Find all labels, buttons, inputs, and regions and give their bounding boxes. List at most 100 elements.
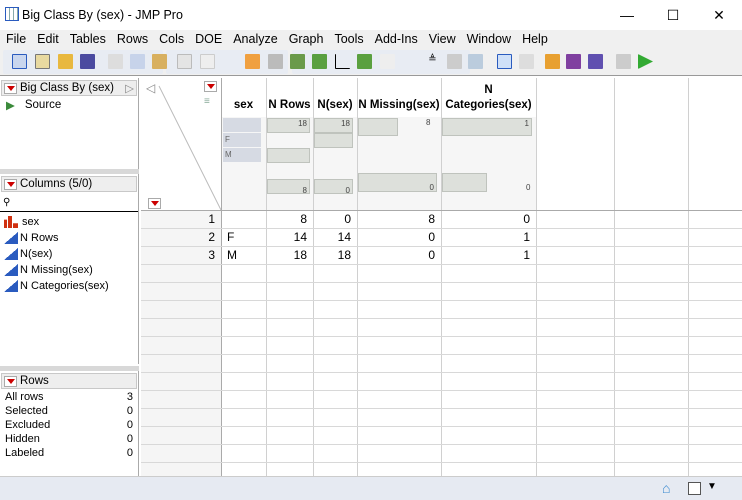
menu-tools[interactable]: Tools [328,30,368,46]
row-divider [141,462,742,463]
data-grid-icon[interactable] [245,54,260,69]
column-header-n-categories[interactable]: N Categories(sex) [441,78,536,118]
column-item-n-rows[interactable]: N Rows [0,230,138,246]
maximize-button[interactable]: ☐ [650,0,696,30]
new-table-icon[interactable] [12,54,27,69]
columns-red-triangle-icon[interactable] [204,81,217,92]
menu-rows[interactable]: Rows [111,30,153,46]
row-divider [141,336,742,337]
source-script[interactable]: ▶ Source [0,98,138,112]
cell-n-categories[interactable]: 1 [441,228,536,246]
row-number[interactable]: 1 [141,210,221,228]
graph-builder-icon[interactable] [497,54,512,69]
cell-n-rows[interactable]: 8 [266,210,313,228]
column-header-n-sex[interactable]: N(sex) [313,78,357,118]
cell-n-missing[interactable]: 8 [357,210,441,228]
menu-analyze[interactable]: Analyze [227,30,282,46]
search-table-icon[interactable] [519,54,534,69]
cell-n-rows[interactable]: 14 [266,228,313,246]
fit-model-icon[interactable] [357,54,372,69]
tree-icon[interactable] [588,54,603,69]
column-item-n-missing[interactable]: N Missing(sex) [0,262,138,278]
rows-title: Rows [20,375,49,387]
source-label: Source [24,99,62,111]
cell-n-rows[interactable]: 18 [266,246,313,264]
minimize-button[interactable]: — [604,0,650,30]
sort-icon[interactable]: ≜ [425,54,440,69]
menu-cols[interactable]: Cols [153,30,189,46]
row-number[interactable]: 3 [141,246,221,264]
continuous-icon [4,280,18,292]
table-panel-header[interactable]: Big Class By (sex) ▷ [1,80,137,96]
lock-icon[interactable] [200,54,215,69]
columns-panel-header[interactable]: Columns (5/0) [1,176,137,192]
home-icon[interactable]: ⌂ [662,480,670,496]
column-item-sex[interactable]: sex [0,214,138,230]
column-grid-icon[interactable] [447,54,462,69]
row-stat-selected: Selected 0 [5,405,133,417]
table-icon[interactable] [268,54,283,69]
split-icon[interactable] [290,54,305,69]
distribution-icon[interactable] [312,54,327,69]
menu-add-ins[interactable]: Add-Ins [369,30,423,46]
cell-n-sex[interactable]: 14 [313,228,357,246]
window-list-box[interactable] [688,482,701,495]
cell-sex[interactable] [221,210,266,228]
window-title: Big Class By (sex) - JMP Pro [22,8,183,22]
column-header-n-rows[interactable]: N Rows [266,78,313,118]
rows-panel-header[interactable]: Rows [1,373,137,389]
n-missing-histogram-bar: 0 [358,173,437,192]
dropdown-arrow-icon[interactable]: ▼ [707,481,717,492]
expand-arrow-icon[interactable]: ▷ [125,81,134,95]
column-search-input[interactable]: ⚲ [0,194,138,212]
open-icon[interactable] [58,54,73,69]
row-stat-labeled: Labeled 0 [5,447,133,459]
column-header-sex[interactable]: sex [221,78,266,118]
red-triangle-menu-icon[interactable] [4,82,17,94]
copy-icon[interactable] [130,54,145,69]
menu-tables[interactable]: Tables [64,30,111,46]
run-script-icon[interactable] [638,54,653,69]
continuous-icon [4,248,18,260]
cell-sex[interactable]: M [221,246,266,264]
cell-n-missing[interactable]: 0 [357,246,441,264]
cut-icon[interactable] [108,54,123,69]
continuous-icon [4,232,18,244]
menu-graph[interactable]: Graph [283,30,329,46]
cell-n-sex[interactable]: 0 [313,210,357,228]
close-button[interactable]: ✕ [696,0,742,30]
calculator-icon[interactable] [616,54,631,69]
collapse-arrow-icon[interactable]: ◁ [146,81,155,95]
red-triangle-menu-icon[interactable] [4,178,17,190]
cell-n-missing[interactable]: 0 [357,228,441,246]
menu-edit[interactable]: Edit [31,30,64,46]
menu-window[interactable]: Window [461,30,516,46]
save-icon[interactable] [80,54,95,69]
red-triangle-menu-icon[interactable] [4,375,17,387]
paste-icon[interactable] [152,54,167,69]
cell-n-categories[interactable]: 0 [441,210,536,228]
join-icon[interactable] [566,54,581,69]
edit-icon[interactable] [380,54,395,69]
menu-file[interactable]: File [0,30,31,46]
link-icon[interactable] [177,54,192,69]
menu-view[interactable]: View [423,30,461,46]
menu-help[interactable]: Help [516,30,553,46]
numeric-icon[interactable] [468,54,483,69]
toolbar: ≜ [0,49,742,76]
column-header-n-missing[interactable]: N Missing(sex) [357,78,441,118]
fit-y-by-x-icon[interactable] [335,54,350,69]
header-toggle-icon[interactable]: ≡ [204,96,210,107]
new-script-icon[interactable] [35,54,50,69]
cell-n-sex[interactable]: 18 [313,246,357,264]
menu-bar: File Edit Tables Rows Cols DOE Analyze Graph Too… [0,30,742,49]
rows-red-triangle-icon[interactable] [148,198,161,209]
column-item-n-sex[interactable]: N(sex) [0,246,138,262]
row-number[interactable]: 2 [141,228,221,246]
stack-icon[interactable] [545,54,560,69]
column-item-n-categories[interactable]: N Categories(sex) [0,278,138,294]
menu-doe[interactable]: DOE [189,30,227,46]
cell-n-categories[interactable]: 1 [441,246,536,264]
cell-sex[interactable]: F [221,228,266,246]
row-divider [141,264,742,265]
